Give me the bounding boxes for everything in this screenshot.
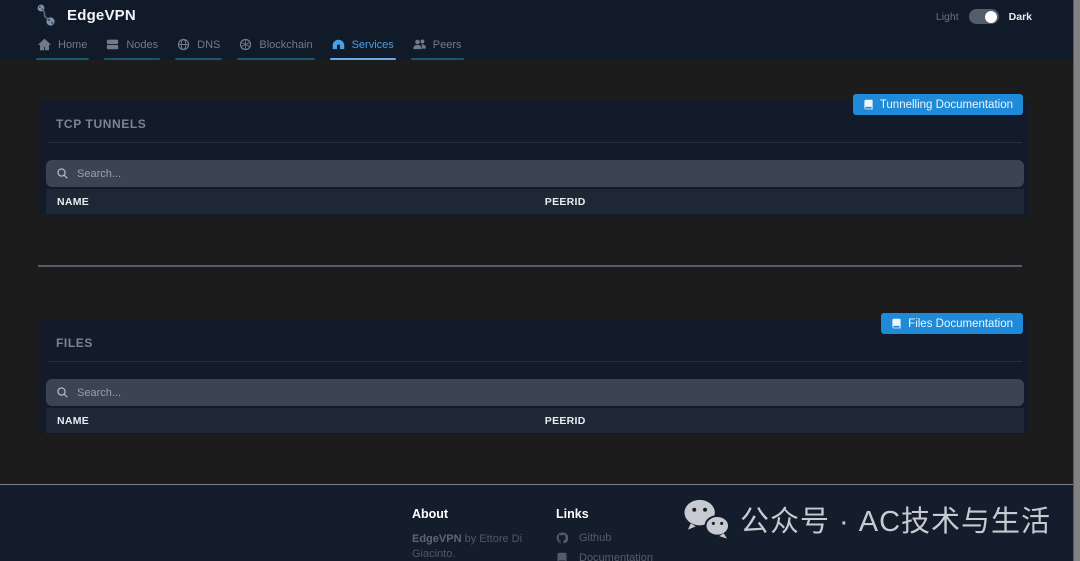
files-table-header: NAME PEERID xyxy=(46,408,1024,433)
nav-underline xyxy=(330,58,396,60)
tunnels-table-header: NAME PEERID xyxy=(46,189,1024,214)
nav-label: Services xyxy=(352,39,394,51)
button-label: Tunnelling Documentation xyxy=(880,99,1013,111)
tcp-tunnels-section: Tunnelling Documentation TCP TUNNELS NAM… xyxy=(40,100,1030,215)
files-documentation-button[interactable]: Files Documentation xyxy=(881,313,1023,334)
links-heading: Links xyxy=(556,507,653,521)
home-icon xyxy=(38,38,51,51)
tcp-tunnels-card: TCP TUNNELS NAME PEERID xyxy=(40,100,1030,215)
blockchain-icon xyxy=(239,38,252,51)
nav-underline xyxy=(104,58,160,60)
main-nav: Home Nodes DNS Blockchain xyxy=(36,38,464,60)
search-icon xyxy=(56,167,69,180)
brand[interactable]: EdgeVPN xyxy=(35,3,136,28)
about-app-name: EdgeVPN xyxy=(412,533,462,545)
wechat-icon xyxy=(683,498,730,540)
nav-item-nodes[interactable]: Nodes xyxy=(104,38,160,60)
dark-label: Dark xyxy=(1009,11,1032,23)
files-card: FILES NAME PEERID xyxy=(40,319,1030,434)
switch-knob xyxy=(985,11,997,23)
footer-links-column: Links Github Documentation xyxy=(556,507,653,561)
nav-label: Blockchain xyxy=(259,39,312,51)
wechat-watermark: 公众号 · AC技术与生活 xyxy=(683,498,1051,540)
column-header-name[interactable]: NAME xyxy=(46,196,545,208)
files-section: Files Documentation FILES NAME PEERID xyxy=(40,319,1030,434)
watermark-text: 公众号 · AC技术与生活 xyxy=(740,498,1051,540)
light-label: Light xyxy=(936,11,959,23)
button-label: Files Documentation xyxy=(908,318,1013,330)
tunnel-icon xyxy=(332,38,345,51)
footer-about-column: About EdgeVPN by Ettore Di Giacinto. Lic… xyxy=(412,507,534,561)
column-header-peerid[interactable]: PEERID xyxy=(545,415,586,427)
nav-item-services[interactable]: Services xyxy=(330,38,396,60)
nav-label: DNS xyxy=(197,39,220,51)
card-divider xyxy=(48,142,1022,143)
nav-item-dns[interactable]: DNS xyxy=(175,38,222,60)
link-label: Documentation xyxy=(579,552,653,561)
nav-item-peers[interactable]: Peers xyxy=(411,38,464,60)
nav-underline xyxy=(36,58,89,60)
page-footer: About EdgeVPN by Ettore Di Giacinto. Lic… xyxy=(0,484,1080,561)
nodes-icon xyxy=(106,38,119,51)
theme-switch[interactable] xyxy=(969,9,999,24)
nav-label: Home xyxy=(58,39,87,51)
files-search-input[interactable] xyxy=(46,379,1024,406)
tunnels-search-input[interactable] xyxy=(46,160,1024,187)
theme-toggle-group: Light Dark xyxy=(936,9,1032,24)
documentation-link[interactable]: Documentation xyxy=(556,552,653,561)
section-divider xyxy=(38,265,1022,267)
nav-label: Peers xyxy=(433,39,462,51)
globe-icon xyxy=(177,38,190,51)
files-search xyxy=(46,379,1024,406)
nav-label: Nodes xyxy=(126,39,158,51)
app-title: EdgeVPN xyxy=(67,7,136,24)
book-icon xyxy=(556,552,568,561)
edgevpn-logo-icon xyxy=(35,3,58,28)
main-content: Tunnelling Documentation TCP TUNNELS NAM… xyxy=(0,100,1080,434)
nav-underline xyxy=(237,58,314,60)
book-icon xyxy=(891,318,902,329)
nav-item-blockchain[interactable]: Blockchain xyxy=(237,38,314,60)
peers-icon xyxy=(413,38,426,51)
vertical-scrollbar[interactable] xyxy=(1073,0,1080,561)
about-text: EdgeVPN by Ettore Di Giacinto. xyxy=(412,532,534,561)
search-icon xyxy=(56,386,69,399)
card-divider xyxy=(48,361,1022,362)
book-icon xyxy=(863,99,874,110)
tunnels-search xyxy=(46,160,1024,187)
nav-underline xyxy=(411,58,464,60)
column-header-peerid[interactable]: PEERID xyxy=(545,196,586,208)
nav-underline xyxy=(175,58,222,60)
tunnelling-documentation-button[interactable]: Tunnelling Documentation xyxy=(853,94,1023,115)
github-link[interactable]: Github xyxy=(556,532,653,544)
about-heading: About xyxy=(412,507,534,521)
link-label: Github xyxy=(579,532,611,544)
nav-item-home[interactable]: Home xyxy=(36,38,89,60)
column-header-name[interactable]: NAME xyxy=(46,415,545,427)
top-navbar: EdgeVPN Light Dark Home Nodes DNS xyxy=(0,0,1080,60)
github-icon xyxy=(556,532,568,544)
